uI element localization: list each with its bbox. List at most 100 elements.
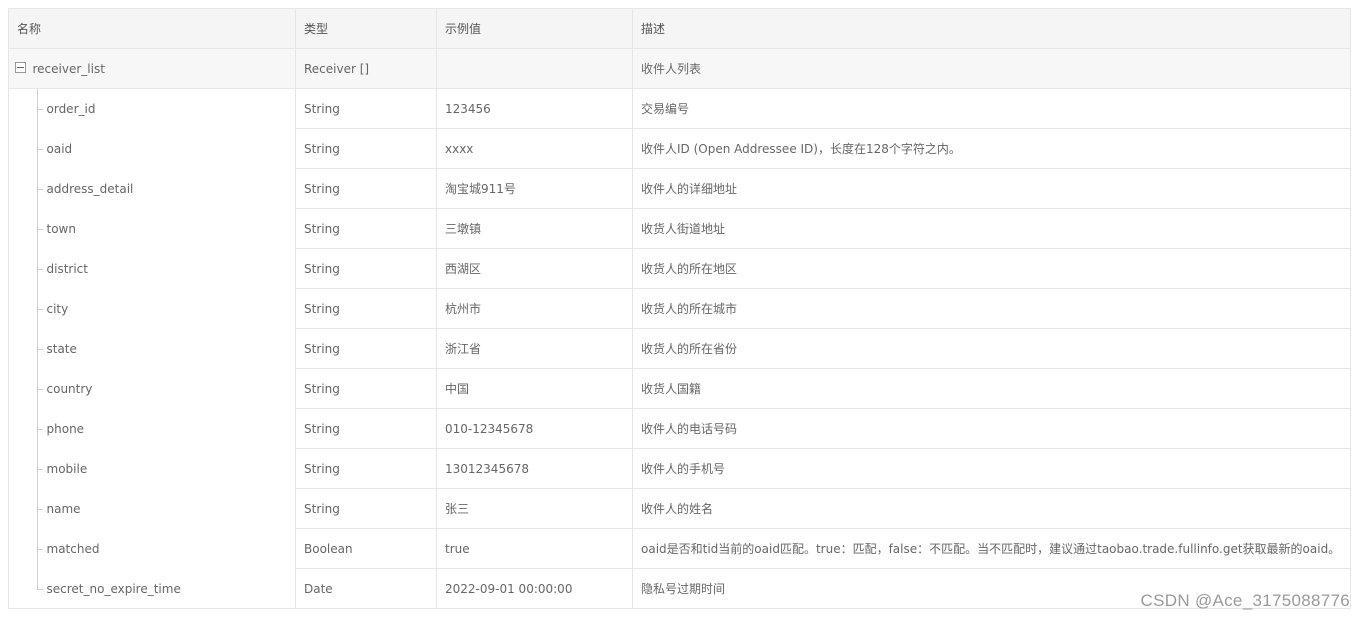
collapse-toggle-icon[interactable] xyxy=(14,62,26,73)
cell-type: String xyxy=(295,248,437,289)
cell-description: 收货人的所在地区 xyxy=(632,248,1350,289)
tree-line xyxy=(36,568,38,590)
table-row: oaid String xxxx 收件人ID (Open Addressee I… xyxy=(9,128,1350,169)
cell-description: 交易编号 xyxy=(632,88,1350,129)
field-name: city xyxy=(46,301,69,316)
tree-branch xyxy=(36,588,43,590)
table-row: city String 杭州市 收货人的所在城市 xyxy=(9,288,1350,329)
cell-type: String xyxy=(295,128,437,169)
cell-name: address_detail xyxy=(9,168,296,209)
cell-name: receiver_list xyxy=(9,48,296,89)
cell-name: mobile xyxy=(9,448,296,489)
tree-branch xyxy=(36,188,43,190)
cell-type: String xyxy=(295,208,437,249)
cell-example: 淘宝城911号 xyxy=(436,168,633,209)
csdn-watermark: CSDN @Ace_3175088776 xyxy=(1140,591,1350,610)
cell-name: secret_no_expire_time xyxy=(9,568,296,608)
field-name: matched xyxy=(46,541,100,556)
cell-type: String xyxy=(295,448,437,489)
tree-branch xyxy=(36,308,43,310)
cell-name: district xyxy=(9,248,296,289)
cell-name: phone xyxy=(9,408,296,449)
cell-type: Boolean xyxy=(295,528,437,569)
cell-type: String xyxy=(295,288,437,329)
cell-type: String xyxy=(295,408,437,449)
field-name: receiver_list xyxy=(32,61,105,76)
cell-type: String xyxy=(295,488,437,529)
cell-example: 2022-09-01 00:00:00 xyxy=(436,568,633,608)
cell-description: 收货人的所在省份 xyxy=(632,328,1350,369)
cell-description: 收件人列表 xyxy=(632,48,1350,89)
tree-branch xyxy=(36,428,43,430)
cell-example: 中国 xyxy=(436,368,633,409)
table-row: district String 西湖区 收货人的所在地区 xyxy=(9,248,1350,289)
field-name: country xyxy=(46,381,93,396)
field-name: oaid xyxy=(46,141,73,156)
field-name: district xyxy=(46,261,88,276)
cell-example: 西湖区 xyxy=(436,248,633,289)
table-header: 名称 类型 示例值 描述 xyxy=(9,9,1350,49)
table-row: phone String 010-12345678 收件人的电话号码 xyxy=(9,408,1350,449)
cell-name: state xyxy=(9,328,296,369)
cell-example xyxy=(436,48,633,89)
api-field-table-frame: 名称 类型 示例值 描述 receiver_list Receiver [] 收… xyxy=(8,8,1351,609)
cell-example: xxxx xyxy=(436,128,633,169)
table-row-parent: receiver_list Receiver [] 收件人列表 xyxy=(9,48,1350,89)
cell-type: String xyxy=(295,368,437,409)
api-field-table: 名称 类型 示例值 描述 receiver_list Receiver [] 收… xyxy=(9,9,1350,608)
field-name: address_detail xyxy=(46,181,134,196)
table-row: address_detail String 淘宝城911号 收件人的详细地址 xyxy=(9,168,1350,209)
cell-example: 张三 xyxy=(436,488,633,529)
tree-branch xyxy=(36,388,43,390)
table-row: mobile String 13012345678 收件人的手机号 xyxy=(9,448,1350,489)
cell-example: 浙江省 xyxy=(436,328,633,369)
cell-name: city xyxy=(9,288,296,329)
table-row: name String 张三 收件人的姓名 xyxy=(9,488,1350,529)
cell-example: 123456 xyxy=(436,88,633,129)
cell-example: 13012345678 xyxy=(436,448,633,489)
cell-type: String xyxy=(295,328,437,369)
cell-name: oaid xyxy=(9,128,296,169)
field-name: phone xyxy=(46,421,85,436)
cell-description: oaid是否和tid当前的oaid匹配。true：匹配，false：不匹配。当不… xyxy=(632,528,1350,569)
tree-branch xyxy=(36,109,43,110)
table-row: town String 三墩镇 收货人街道地址 xyxy=(9,208,1350,249)
header-example: 示例值 xyxy=(436,9,633,49)
table-row: state String 浙江省 收货人的所在省份 xyxy=(9,328,1350,369)
cell-description: 收件人的电话号码 xyxy=(632,408,1350,449)
tree-branch xyxy=(36,228,43,230)
cell-name: order_id xyxy=(9,88,296,129)
cell-example: 010-12345678 xyxy=(436,408,633,449)
cell-name: country xyxy=(9,368,296,409)
cell-type: String xyxy=(295,168,437,209)
cell-name: name xyxy=(9,488,296,529)
table-body: receiver_list Receiver [] 收件人列表 order_id… xyxy=(9,48,1350,608)
field-name: mobile xyxy=(46,461,88,476)
header-name: 名称 xyxy=(9,9,296,49)
cell-description: 收件人的详细地址 xyxy=(632,168,1350,209)
field-name: order_id xyxy=(46,101,96,116)
cell-example: 杭州市 xyxy=(436,288,633,329)
cell-description: 收货人国籍 xyxy=(632,368,1350,409)
field-name: town xyxy=(46,221,76,236)
header-row: 名称 类型 示例值 描述 xyxy=(9,9,1350,49)
cell-type: Date xyxy=(295,568,437,608)
table-row: order_id String 123456 交易编号 xyxy=(9,88,1350,129)
tree-branch xyxy=(36,148,43,150)
cell-description: 收货人的所在城市 xyxy=(632,288,1350,329)
cell-type: String xyxy=(295,88,437,129)
tree-branch xyxy=(36,268,43,270)
cell-description: 收货人街道地址 xyxy=(632,208,1350,249)
cell-name: town xyxy=(9,208,296,249)
header-type: 类型 xyxy=(295,9,437,49)
field-name: state xyxy=(46,341,77,356)
cell-example: true xyxy=(436,528,633,569)
field-name: name xyxy=(46,501,81,516)
cell-description: 收件人的手机号 xyxy=(632,448,1350,489)
cell-description: 收件人ID (Open Addressee ID)，长度在128个字符之内。 xyxy=(632,128,1350,169)
tree-branch xyxy=(36,468,43,470)
tree-branch xyxy=(36,508,43,510)
tree-branch xyxy=(36,548,43,550)
table-row: country String 中国 收货人国籍 xyxy=(9,368,1350,409)
header-description: 描述 xyxy=(632,9,1350,49)
